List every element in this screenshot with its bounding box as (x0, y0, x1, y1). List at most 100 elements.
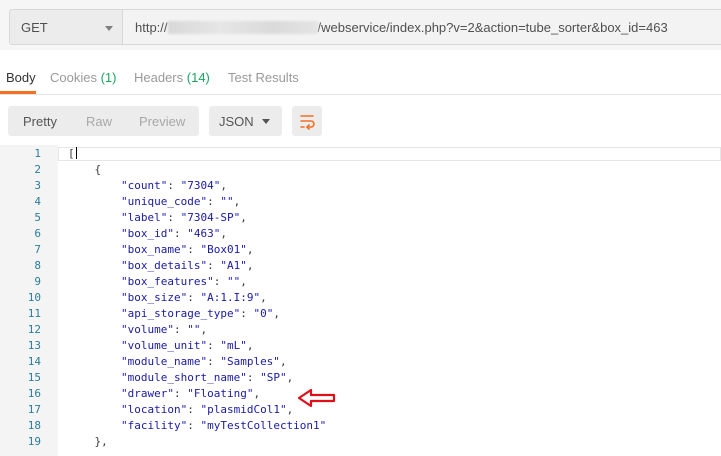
tab-cookies-count: (1) (100, 70, 117, 85)
response-body-viewer[interactable]: 1 [2 {3 "count": "7304", 4 "unique_code": … (0, 145, 721, 456)
line-number: 9 (34, 275, 41, 288)
line-number: 10 (27, 291, 41, 304)
code-punctuation: , (233, 195, 241, 208)
json-key: "volume" (120, 323, 174, 336)
code-punctuation: , (286, 403, 294, 416)
json-value: "plasmidCol1" (200, 403, 287, 416)
line-number: 15 (27, 371, 41, 384)
code-punctuation: , (200, 323, 208, 336)
code-punctuation: { (94, 163, 102, 176)
line-number: 5 (34, 211, 41, 224)
code-line: "box_name": "Box01", (68, 242, 253, 258)
code-line: "volume": "", (68, 322, 207, 338)
view-mode-group: Pretty Raw Preview (8, 106, 199, 136)
code-punctuation: , (246, 243, 254, 256)
url-input[interactable]: http:// /webservice/index.php?v=2&action=… (123, 9, 721, 45)
json-key: "box_id" (120, 227, 174, 240)
json-value: "mL" (220, 339, 247, 352)
code-line: "count": "7304", (68, 178, 227, 194)
wrap-lines-icon (300, 115, 315, 130)
line-number: 4 (34, 195, 41, 208)
json-value: "A:1.I:9" (200, 291, 261, 304)
active-tab-indicator (0, 91, 36, 94)
response-tabs: Body Cookies (1) Headers (14) Test Resul… (0, 62, 721, 95)
code-line: "location": "plasmidCol1", (68, 402, 293, 418)
url-prefix: http:// (135, 20, 168, 35)
code-line: "module_short_name": "SP", (68, 370, 293, 386)
code-punctuation: , (246, 259, 254, 272)
code-line: "volume_unit": "mL", (68, 338, 253, 354)
chevron-down-icon (105, 26, 113, 31)
line-number: 2 (34, 163, 41, 176)
line-number: 11 (27, 307, 41, 320)
line-number: 12 (27, 323, 41, 336)
json-value: "Box01" (200, 243, 247, 256)
raw-button[interactable]: Raw (86, 114, 112, 129)
json-value: "7304-SP" (180, 211, 241, 224)
json-key: "box_name" (120, 243, 188, 256)
request-bar: GET http:// /webservice/index.php?v=2&act… (0, 0, 721, 50)
code-line: [ (68, 146, 77, 162)
json-key: "module_short_name" (120, 371, 247, 384)
code-punctuation: , (260, 291, 267, 304)
preview-button[interactable]: Preview (139, 114, 185, 129)
wrap-lines-button[interactable] (292, 106, 322, 136)
code-line: "unique_code": "", (68, 194, 240, 210)
tab-test-results-label: Test Results (228, 70, 299, 85)
code-punctuation: [ (68, 147, 75, 160)
json-key: "drawer" (120, 387, 174, 400)
json-value: "Floating" (187, 387, 254, 400)
json-value: "" (187, 323, 201, 336)
line-number: 16 (27, 387, 41, 400)
tab-cookies[interactable]: Cookies (1) (50, 70, 116, 85)
line-number: 17 (27, 403, 41, 416)
json-key: "unique_code" (120, 195, 208, 208)
line-number: 14 (27, 355, 41, 368)
json-key: "location" (120, 403, 188, 416)
line-number: 13 (27, 339, 41, 352)
tab-body[interactable]: Body (6, 70, 36, 85)
json-key: "box_features" (120, 275, 214, 288)
json-key: "label" (120, 211, 168, 224)
json-key: "count" (120, 179, 168, 192)
json-value: "463" (187, 227, 221, 240)
code-punctuation: , (286, 371, 294, 384)
code-punctuation: , (240, 211, 247, 224)
code-line: "box_size": "A:1.I:9", (68, 290, 267, 306)
method-label: GET (21, 20, 48, 35)
format-label: JSON (219, 114, 254, 129)
json-key: "volume_unit" (120, 339, 208, 352)
code-line: { (68, 162, 102, 178)
pretty-button[interactable]: Pretty (23, 114, 57, 129)
json-value: "SP" (260, 371, 287, 384)
json-key: "api_storage_type" (120, 307, 241, 320)
tab-headers-label: Headers (134, 70, 184, 85)
json-value: "" (226, 275, 241, 288)
format-select[interactable]: JSON (209, 106, 282, 136)
url-text: http:// /webservice/index.php?v=2&action=… (135, 20, 668, 35)
tab-cookies-label: Cookies (50, 70, 97, 85)
text-cursor (75, 147, 77, 159)
json-key: "facility" (120, 419, 188, 432)
tab-test-results[interactable]: Test Results (228, 70, 299, 85)
json-value: "A1" (220, 259, 247, 272)
method-select[interactable]: GET (9, 9, 123, 45)
json-value: "Samples" (220, 355, 280, 368)
tab-headers[interactable]: Headers (14) (134, 70, 210, 85)
code-line: "box_id": "463", (68, 226, 227, 242)
code-line: "module_name": "Samples", (68, 354, 287, 370)
code-punctuation: }, (94, 435, 108, 448)
